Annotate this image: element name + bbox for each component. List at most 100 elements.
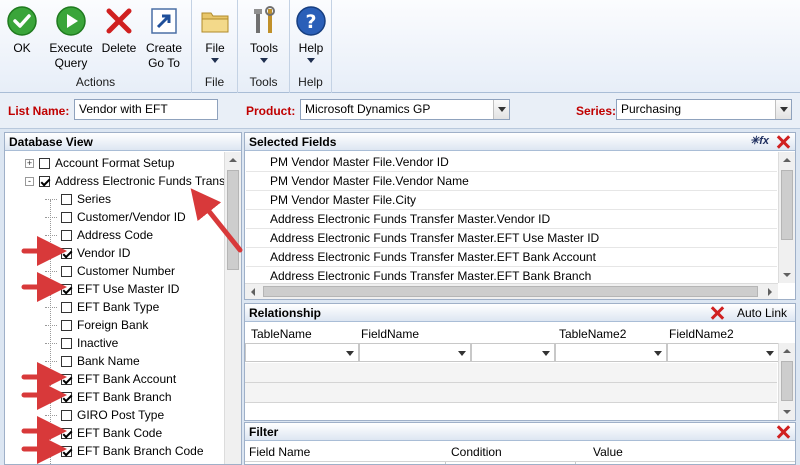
tree-item[interactable]: Customer Number bbox=[45, 262, 175, 280]
scroll-up-icon[interactable] bbox=[779, 343, 795, 359]
chevron-down-icon[interactable] bbox=[762, 344, 778, 361]
tree-item[interactable]: + Account Format Setup bbox=[25, 154, 174, 172]
tree-checkbox[interactable] bbox=[61, 391, 72, 403]
table-row[interactable] bbox=[245, 383, 777, 403]
ok-icon bbox=[7, 6, 37, 36]
list-item[interactable]: PM Vendor Master File.Vendor ID bbox=[246, 153, 777, 172]
tree-item[interactable]: Foreign Bank bbox=[45, 316, 149, 334]
tree-item[interactable]: EFT Bank Type bbox=[45, 298, 159, 316]
tree-item[interactable]: EFT Bank Account bbox=[45, 370, 177, 388]
tree-checkbox[interactable] bbox=[61, 193, 72, 205]
scroll-right-icon[interactable] bbox=[762, 284, 778, 299]
tree-checkbox[interactable] bbox=[61, 337, 72, 349]
scroll-up-icon[interactable] bbox=[225, 152, 241, 168]
tree-checkbox[interactable] bbox=[61, 427, 72, 439]
chevron-down-icon bbox=[307, 58, 315, 63]
tree-item[interactable]: Bank Name bbox=[45, 352, 140, 370]
tree-checkbox[interactable] bbox=[61, 283, 72, 295]
tree-item[interactable]: Customer/Vendor ID bbox=[45, 208, 186, 226]
tree-checkbox[interactable] bbox=[61, 229, 72, 241]
tree-item[interactable]: EFT Bank Branch bbox=[45, 388, 172, 406]
tree-checkbox[interactable] bbox=[61, 355, 72, 367]
scroll-up-icon[interactable] bbox=[779, 152, 795, 168]
scroll-thumb[interactable] bbox=[227, 170, 239, 270]
tree-item-label: Customer/Vendor ID bbox=[77, 210, 186, 224]
scroll-left-icon[interactable] bbox=[245, 284, 261, 299]
help-menu-button[interactable]: ? Help bbox=[293, 3, 329, 63]
tree-item[interactable]: Vendor ID bbox=[45, 244, 130, 262]
tree-item[interactable]: - Address Electronic Funds Transf bbox=[25, 172, 228, 190]
list-item[interactable]: Address Electronic Funds Transfer Master… bbox=[246, 210, 777, 229]
tree-item[interactable]: Inactive bbox=[45, 334, 118, 352]
tools-menu-button[interactable]: Tools bbox=[247, 3, 281, 63]
file-group: File File bbox=[192, 0, 238, 93]
scroll-down-icon[interactable] bbox=[779, 404, 795, 420]
scroll-thumb[interactable] bbox=[781, 170, 793, 240]
list-item[interactable]: PM Vendor Master File.Vendor Name bbox=[246, 172, 777, 191]
series-dropdown[interactable]: Purchasing bbox=[616, 99, 792, 120]
collapse-icon[interactable]: - bbox=[25, 176, 34, 186]
table-name-dropdown[interactable] bbox=[245, 343, 359, 362]
create-go-to-button[interactable]: Create Go To bbox=[142, 3, 186, 71]
product-dropdown[interactable]: Microsoft Dynamics GP bbox=[300, 99, 510, 120]
tree-item[interactable]: EFT Use Master ID bbox=[45, 280, 179, 298]
remove-relationship-icon[interactable] bbox=[709, 305, 725, 321]
tree-checkbox[interactable] bbox=[61, 247, 72, 259]
chevron-down-icon[interactable] bbox=[454, 344, 470, 361]
tree-checkbox[interactable] bbox=[61, 409, 72, 421]
database-view-panel: Database View + Account Format Setup - Addr… bbox=[4, 132, 242, 465]
operator-dropdown[interactable] bbox=[471, 343, 555, 362]
column-header: Value bbox=[593, 445, 623, 459]
tree-scrollbar[interactable] bbox=[224, 152, 241, 464]
tree-item[interactable]: Address Code bbox=[45, 226, 153, 244]
chevron-down-icon[interactable] bbox=[775, 100, 791, 119]
tree-checkbox[interactable] bbox=[39, 157, 50, 169]
tree-item-label: Foreign Bank bbox=[77, 318, 149, 332]
scroll-down-icon[interactable] bbox=[779, 267, 795, 283]
remove-field-icon[interactable] bbox=[775, 134, 791, 150]
tree-item[interactable]: EFT Bank Branch Code bbox=[45, 442, 204, 460]
ok-button[interactable]: OK bbox=[5, 3, 39, 56]
fields-vscrollbar[interactable] bbox=[778, 152, 795, 283]
tree-checkbox[interactable] bbox=[61, 265, 72, 277]
chevron-down-icon[interactable] bbox=[342, 344, 358, 361]
table-name2-dropdown[interactable] bbox=[555, 343, 667, 362]
list-item[interactable]: PM Vendor Master File.City bbox=[246, 191, 777, 210]
tree-checkbox[interactable] bbox=[61, 211, 72, 223]
expand-icon[interactable]: + bbox=[25, 158, 34, 168]
remove-filter-icon[interactable] bbox=[775, 424, 791, 440]
field-name-dropdown[interactable] bbox=[359, 343, 471, 362]
list-name-input[interactable]: Vendor with EFT bbox=[74, 99, 218, 120]
tree-connector bbox=[45, 451, 57, 452]
delete-button[interactable]: Delete bbox=[99, 3, 139, 56]
tree-checkbox[interactable] bbox=[39, 175, 50, 187]
tree-item-label: EFT Bank Account bbox=[77, 372, 177, 386]
list-item[interactable]: Address Electronic Funds Transfer Master… bbox=[246, 229, 777, 248]
tree-checkbox[interactable] bbox=[61, 301, 72, 313]
tree-item[interactable]: GIRO Post Type bbox=[45, 406, 164, 424]
relationship-scrollbar[interactable] bbox=[778, 343, 795, 420]
auto-link-button[interactable]: Auto Link bbox=[737, 306, 787, 320]
table-row[interactable] bbox=[245, 363, 777, 383]
list-item[interactable]: Address Electronic Funds Transfer Master… bbox=[246, 248, 777, 267]
calculated-field-icon[interactable]: ✳fx bbox=[750, 134, 769, 147]
scroll-thumb[interactable] bbox=[781, 361, 793, 401]
tree-item[interactable]: EFT Bank Check Digit bbox=[61, 460, 195, 464]
tree-checkbox[interactable] bbox=[61, 373, 72, 385]
chevron-down-icon[interactable] bbox=[493, 100, 509, 119]
tree-checkbox[interactable] bbox=[61, 445, 72, 457]
tree-checkbox[interactable] bbox=[61, 319, 72, 331]
file-group-label: File bbox=[204, 75, 225, 89]
delete-icon bbox=[106, 8, 132, 34]
relationship-title: Relationship bbox=[249, 306, 322, 320]
file-menu-button[interactable]: File bbox=[198, 3, 232, 63]
tree-item[interactable]: Series bbox=[45, 190, 111, 208]
hscroll-thumb[interactable] bbox=[263, 286, 758, 297]
tree-item[interactable]: EFT Bank Code bbox=[45, 424, 162, 442]
chevron-down-icon[interactable] bbox=[538, 344, 554, 361]
field-name2-dropdown[interactable] bbox=[667, 343, 779, 362]
chevron-down-icon[interactable] bbox=[650, 344, 666, 361]
tree-connector bbox=[45, 253, 57, 254]
fields-hscrollbar[interactable] bbox=[245, 283, 778, 299]
execute-query-button[interactable]: Execute Query bbox=[47, 3, 95, 71]
